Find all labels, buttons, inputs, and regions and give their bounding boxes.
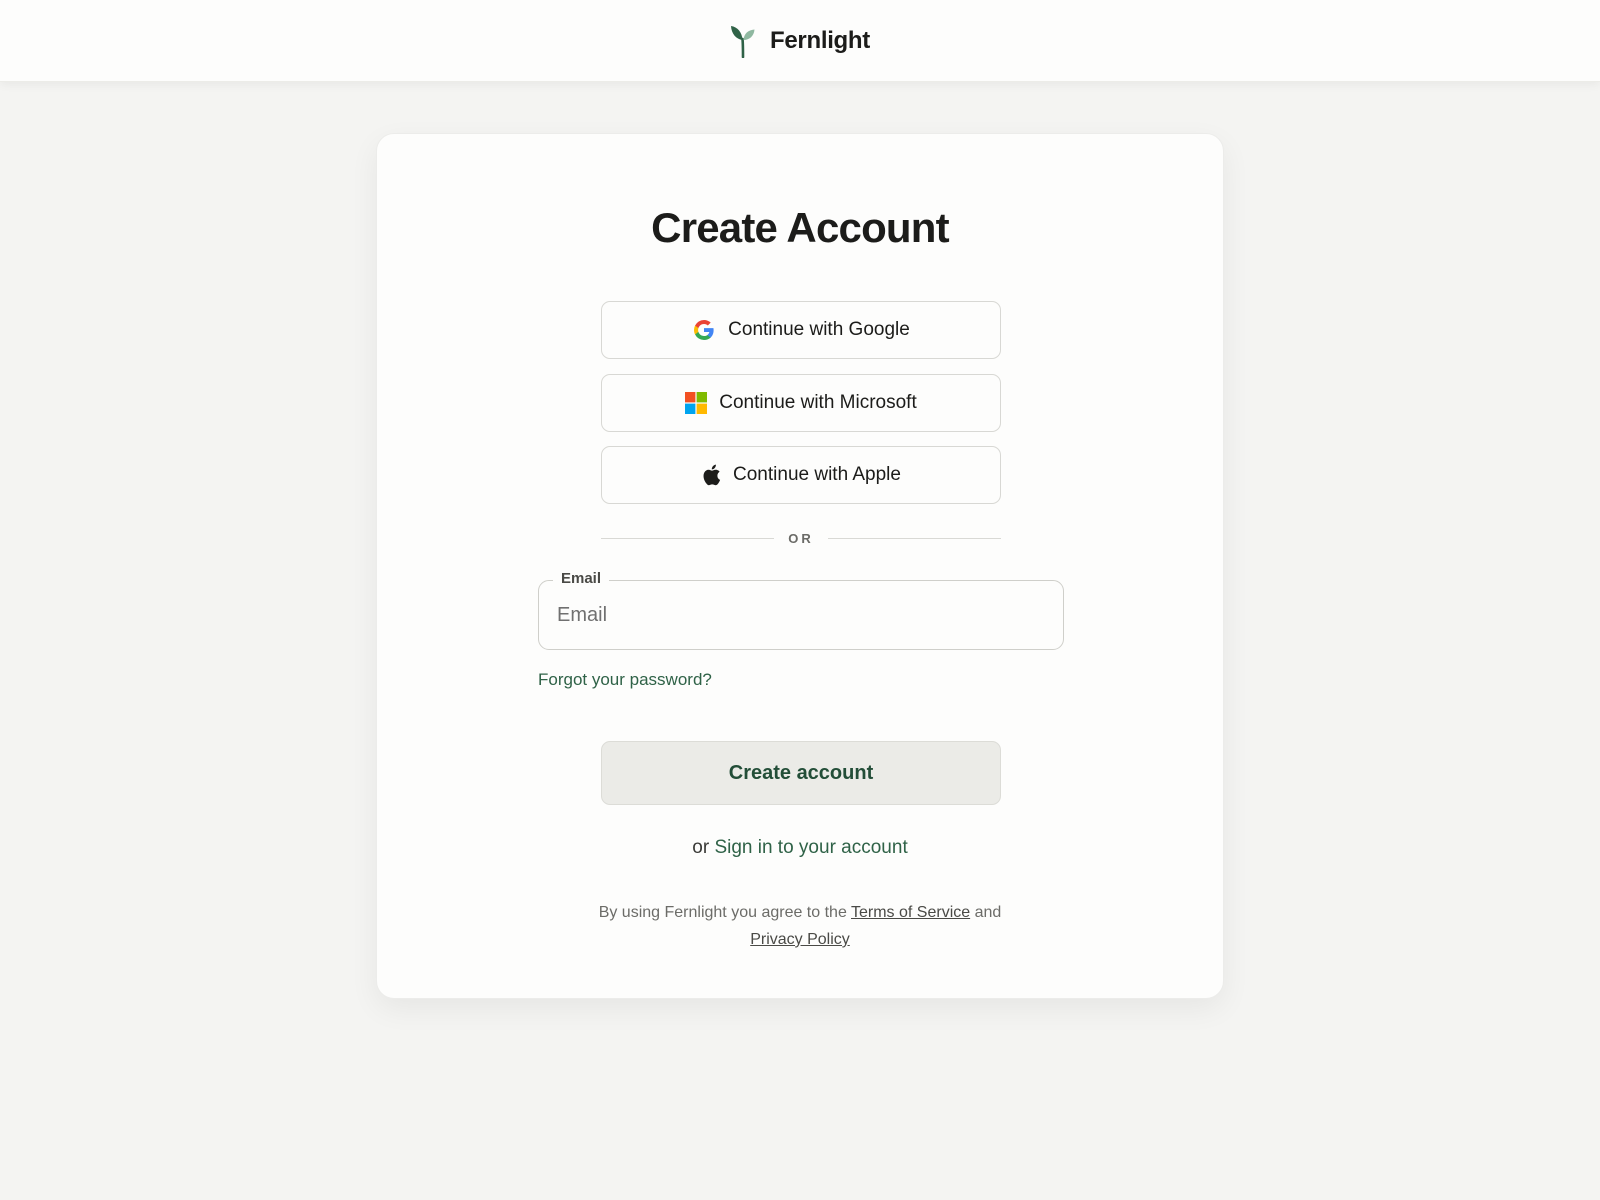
- email-field: Email: [538, 570, 1064, 650]
- privacy-policy-link[interactable]: Privacy Policy: [750, 931, 850, 948]
- or-divider: OR: [601, 528, 1001, 548]
- terms-of-service-link[interactable]: Terms of Service: [851, 904, 970, 921]
- divider-line-right: [827, 537, 1001, 539]
- create-account-button[interactable]: Create account: [601, 741, 1001, 805]
- brand-name: Fernlight: [770, 26, 870, 54]
- sign-in-link[interactable]: Sign in to your account: [714, 837, 907, 858]
- continue-with-microsoft-label: Continue with Microsoft: [719, 392, 917, 413]
- forgot-password-link[interactable]: Forgot your password?: [538, 670, 712, 690]
- continue-with-microsoft-button[interactable]: Continue with Microsoft: [601, 374, 1001, 432]
- continue-with-apple-label: Continue with Apple: [733, 464, 901, 485]
- brand[interactable]: Fernlight: [730, 24, 870, 58]
- google-icon: [692, 318, 716, 342]
- email-input[interactable]: [539, 581, 1063, 649]
- apple-icon: [701, 463, 721, 487]
- signin-prefix: or: [692, 837, 710, 858]
- signin-row: or Sign in to your account: [377, 837, 1223, 859]
- divider-line-left: [601, 537, 775, 539]
- signup-card: Create Account Continue with Google Cont…: [376, 133, 1224, 999]
- microsoft-icon: [685, 392, 708, 414]
- top-bar: Fernlight: [0, 0, 1600, 82]
- legal-notice: By using Fernlight you agree to the Term…: [377, 899, 1223, 953]
- continue-with-google-button[interactable]: Continue with Google: [601, 301, 1001, 359]
- continue-with-google-label: Continue with Google: [728, 319, 910, 340]
- legal-conjunction: and: [974, 904, 1002, 921]
- legal-prefix: By using Fernlight you agree to the: [598, 904, 847, 921]
- sprout-icon: [731, 25, 755, 58]
- continue-with-apple-button[interactable]: Continue with Apple: [601, 446, 1001, 504]
- page-title: Create Account: [651, 204, 949, 251]
- divider-text: OR: [788, 530, 814, 546]
